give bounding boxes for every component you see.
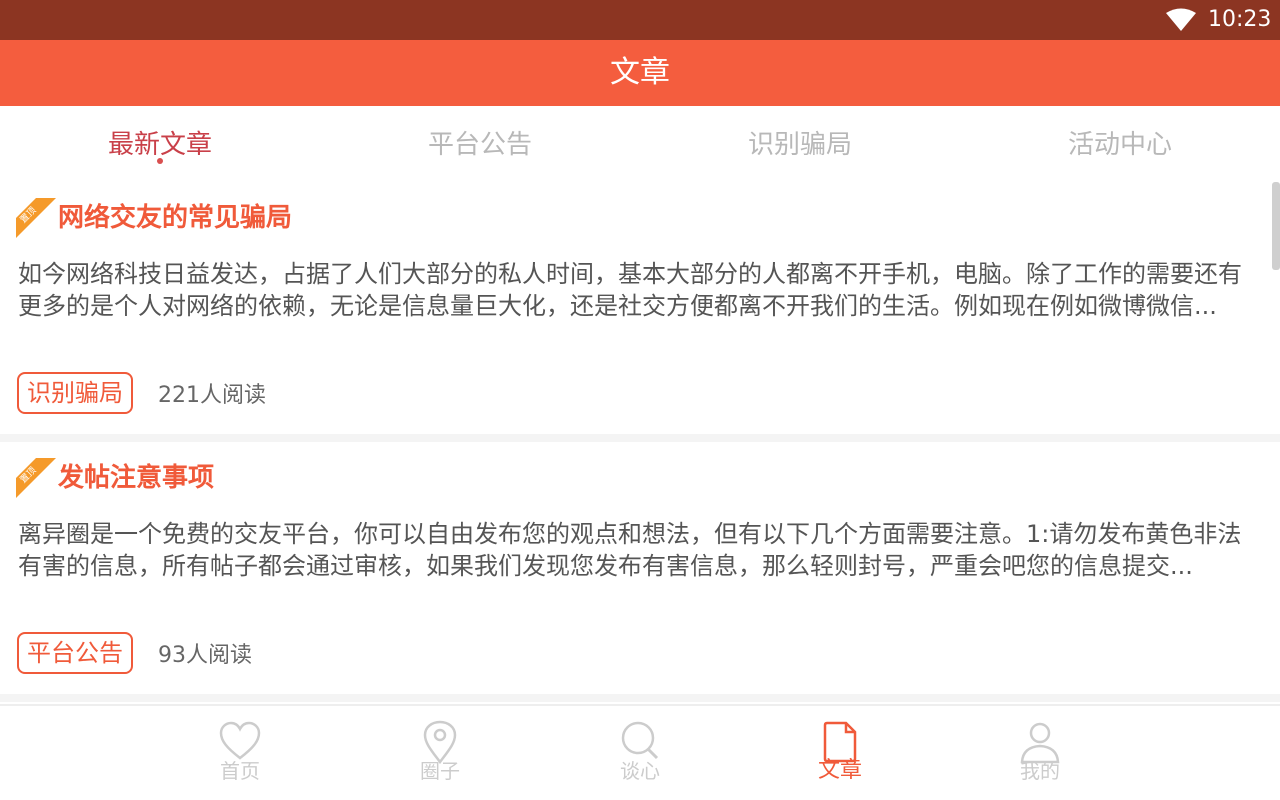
article-list[interactable]: 置顶 网络交友的常见骗局 如今网络科技日益发达，占据了人们大部分的私人时间，基本…	[0, 182, 1280, 704]
pinned-badge-icon: 置顶	[16, 198, 56, 238]
location-pin-icon	[423, 720, 457, 764]
status-time: 10:23	[1208, 7, 1272, 32]
nav-label: 首页	[220, 759, 260, 783]
category-tabs: 最新文章 平台公告 识别骗局 活动中心	[0, 106, 1280, 182]
article-category-tag[interactable]: 平台公告	[17, 632, 133, 674]
status-bar: 10:23	[0, 0, 1280, 40]
bottom-navigation: 首页 圈子 谈心 文章 我的	[0, 704, 1280, 800]
nav-item-circle[interactable]: 圈子	[390, 720, 490, 796]
tab-identify-scams[interactable]: 识别骗局	[640, 106, 960, 182]
tab-activity-center[interactable]: 活动中心	[960, 106, 1280, 182]
article-card[interactable]: 置顶 网络交友的常见骗局 如今网络科技日益发达，占据了人们大部分的私人时间，基本…	[0, 182, 1280, 434]
article-read-count: 93人阅读	[158, 643, 252, 668]
user-icon	[1020, 722, 1060, 764]
nav-label: 圈子	[420, 759, 460, 783]
article-card[interactable]: 置顶 发帖注意事项 离异圈是一个免费的交友平台，你可以自由发布您的观点和想法，但…	[0, 442, 1280, 694]
article-excerpt: 如今网络科技日益发达，占据了人们大部分的私人时间，基本大部分的人都离不开手机，电…	[18, 260, 1242, 320]
active-tab-indicator	[157, 158, 163, 164]
heart-icon	[219, 721, 261, 760]
nav-label: 文章	[817, 758, 862, 783]
scrollbar[interactable]	[1272, 182, 1280, 270]
nav-item-chat[interactable]: 谈心	[590, 720, 690, 796]
tab-label: 平台公告	[427, 130, 532, 160]
article-title[interactable]: 网络交友的常见骗局	[58, 200, 292, 236]
tab-latest-articles[interactable]: 最新文章	[0, 106, 320, 182]
tab-label: 活动中心	[1067, 130, 1172, 160]
tab-label: 识别骗局	[747, 130, 852, 160]
nav-item-articles[interactable]: 文章	[790, 720, 890, 796]
article-read-count: 221人阅读	[158, 383, 266, 408]
nav-label: 谈心	[620, 759, 660, 783]
tab-platform-announcements[interactable]: 平台公告	[320, 106, 640, 182]
search-icon	[621, 721, 659, 760]
pinned-badge-icon: 置顶	[16, 458, 56, 498]
article-category-tag[interactable]: 识别骗局	[17, 372, 133, 414]
nav-item-home[interactable]: 首页	[190, 720, 290, 796]
nav-item-profile[interactable]: 我的	[990, 720, 1090, 796]
tab-label: 最新文章	[107, 130, 212, 160]
article-excerpt: 离异圈是一个免费的交友平台，你可以自由发布您的观点和想法，但有以下几个方面需要注…	[18, 520, 1242, 580]
page-title: 文章	[610, 55, 670, 90]
app-header: 文章	[0, 40, 1280, 106]
wifi-icon	[1166, 8, 1196, 31]
article-title[interactable]: 发帖注意事项	[58, 460, 214, 496]
nav-label: 我的	[1020, 759, 1060, 783]
